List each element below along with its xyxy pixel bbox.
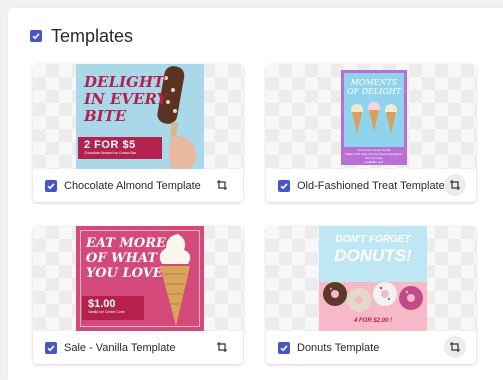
art-price: 2 FOR $5 — [84, 139, 136, 151]
art-headline-line2: OF DELIGHT — [346, 87, 402, 96]
crop-icon — [217, 342, 227, 352]
template-card-footer: Old-Fashioned Treat Template — [266, 169, 476, 202]
sale-vanilla-artwork: EAT MORE OF WHAT YOU LOVE $1.00 Vanilla … — [76, 226, 204, 331]
art-headline-line1: DON'T FORGET — [335, 234, 411, 245]
template-checkbox[interactable] — [278, 179, 290, 192]
template-thumbnail[interactable]: DELIGHT IN EVERY BITE 2 FOR $5 Chocolate… — [33, 64, 243, 169]
art-price: 4 FOR $2.00 ! — [353, 318, 392, 324]
art-headline-line1: DELIGHT — [84, 73, 165, 91]
old-fashioned-treat-artwork: MOMENTS OF DELIGHT Ice Cream Cones For $… — [341, 70, 407, 165]
art-headline-line1: MOMENTS — [350, 78, 398, 87]
checkmark-icon — [32, 33, 40, 40]
template-name: Sale - Vanilla Template — [64, 341, 176, 354]
art-headline-line2: DONUTS! — [334, 246, 412, 265]
template-thumbnail[interactable]: MOMENTS OF DELIGHT Ice Cream Cones For $… — [266, 64, 476, 169]
template-checkbox[interactable] — [45, 179, 57, 192]
checkmark-icon — [47, 344, 55, 351]
checkmark-icon — [280, 182, 288, 189]
template-name: Chocolate Almond Template — [64, 179, 201, 192]
crop-button[interactable] — [444, 336, 466, 358]
art-price: $1.00 — [88, 298, 116, 310]
template-card-old-fashioned-treat[interactable]: MOMENTS OF DELIGHT Ice Cream Cones For $… — [266, 64, 476, 202]
crop-button[interactable] — [444, 174, 466, 196]
section-title: Templates — [51, 25, 134, 46]
templates-header: Templates — [30, 24, 133, 48]
chocolate-almond-artwork: DELIGHT IN EVERY BITE 2 FOR $5 Chocolate… — [76, 64, 204, 169]
template-card-footer: Sale - Vanilla Template — [33, 331, 243, 364]
art-headline-line2: IN EVERY — [84, 90, 168, 108]
vanilla-cone-icon — [159, 234, 191, 326]
checkmark-icon — [47, 182, 55, 189]
art-caption: Vanilla Ice Cream Cone — [88, 310, 125, 314]
crop-button[interactable] — [211, 174, 233, 196]
art-caption: Chocolate Almond Ice Cream Bar — [84, 151, 136, 155]
template-name: Old-Fashioned Treat Template — [297, 179, 445, 192]
template-checkbox[interactable] — [278, 341, 290, 354]
template-thumbnail[interactable]: DON'T FORGET DONUTS! 4 FOR $2.00 ! — [266, 226, 476, 331]
template-name: Donuts Template — [297, 341, 380, 354]
donuts-icon — [323, 282, 423, 312]
ice-cream-cones-icon — [351, 102, 397, 134]
template-card-footer: Donuts Template — [266, 331, 476, 364]
template-card-sale-vanilla[interactable]: EAT MORE OF WHAT YOU LOVE $1.00 Vanilla … — [33, 226, 243, 364]
art-tag: Available now — [364, 160, 384, 164]
art-fineprint: Made fresh daily with the finest ingredi… — [345, 152, 403, 160]
art-headline-line3: BITE — [84, 107, 127, 125]
select-all-templates-checkbox[interactable] — [30, 30, 42, 42]
templates-panel: Templates DELIGHT IN EVERY BITE 2 FOR $5 — [8, 8, 503, 380]
checkmark-icon — [280, 344, 288, 351]
template-thumbnail[interactable]: EAT MORE OF WHAT YOU LOVE $1.00 Vanilla … — [33, 226, 243, 331]
template-card-donuts[interactable]: DON'T FORGET DONUTS! 4 FOR $2.00 ! Donut… — [266, 226, 476, 364]
crop-icon — [217, 180, 227, 190]
template-card-chocolate-almond[interactable]: DELIGHT IN EVERY BITE 2 FOR $5 Chocolate… — [33, 64, 243, 202]
template-card-footer: Chocolate Almond Template — [33, 169, 243, 202]
crop-button[interactable] — [211, 336, 233, 358]
donuts-artwork: DON'T FORGET DONUTS! 4 FOR $2.00 ! — [319, 226, 427, 331]
template-checkbox[interactable] — [45, 341, 57, 354]
crop-icon — [450, 180, 460, 190]
crop-icon — [450, 342, 460, 352]
